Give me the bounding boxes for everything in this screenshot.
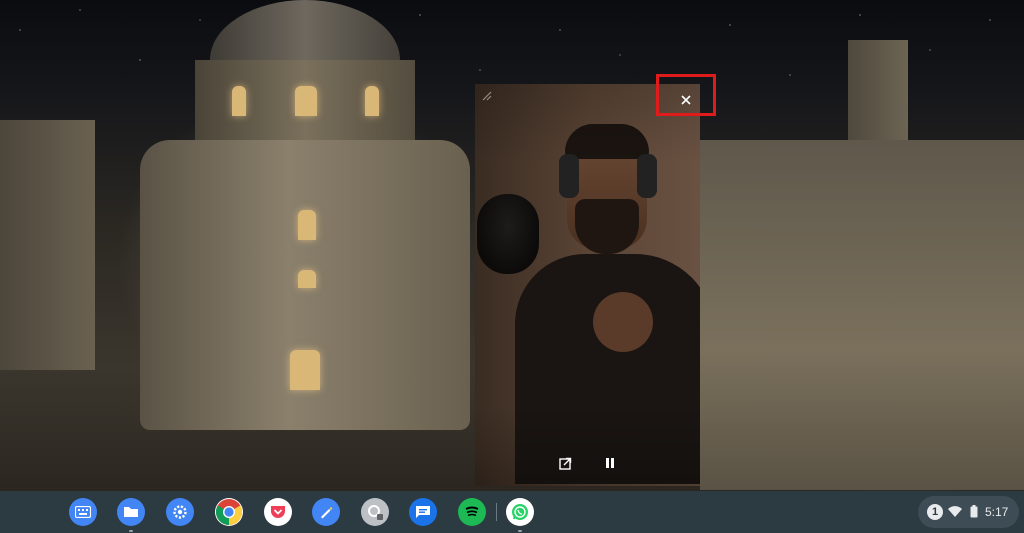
keyboard-app[interactable] [69, 498, 97, 526]
video-overlay [475, 84, 700, 486]
shelf: 1 5:17 [0, 491, 1024, 533]
notification-count-badge[interactable]: 1 [927, 504, 943, 520]
search-app[interactable] [361, 498, 389, 526]
keep-app[interactable] [312, 498, 340, 526]
wallpaper-window [298, 210, 316, 240]
running-indicator [129, 530, 133, 532]
close-button-highlight [656, 74, 716, 116]
wallpaper-window [365, 86, 379, 116]
open-in-new-icon [558, 457, 571, 470]
shelf-divider [496, 503, 497, 521]
folder-icon [124, 507, 138, 517]
wallpaper-doorway [290, 350, 320, 390]
wallpaper-window [298, 270, 316, 288]
pocket-icon [271, 506, 285, 518]
wallpaper-building-left [0, 120, 95, 370]
keyboard-icon [75, 506, 91, 518]
messages-app[interactable] [409, 498, 437, 526]
whatsapp-icon [512, 504, 528, 520]
pip-video-window[interactable] [475, 84, 700, 486]
whatsapp-app[interactable] [506, 498, 534, 532]
wifi-icon [948, 506, 962, 517]
message-icon [416, 506, 430, 518]
wallpaper-building-right [700, 140, 1024, 490]
pocket-app[interactable] [264, 498, 292, 526]
battery-icon [970, 505, 978, 518]
wallpaper-window [232, 86, 246, 116]
wallpaper-window [295, 86, 317, 116]
open-in-new-button[interactable] [554, 452, 576, 474]
pen-icon [321, 507, 333, 519]
chrome-app[interactable] [215, 498, 243, 526]
wallpaper-tower [848, 40, 908, 150]
resize-handle-icon[interactable] [481, 90, 493, 102]
files-app[interactable] [117, 498, 145, 532]
pause-button[interactable] [599, 452, 621, 474]
spotify-icon [465, 506, 479, 517]
clock-time: 5:17 [985, 505, 1009, 519]
gear-icon [173, 505, 187, 519]
spotify-app[interactable] [458, 498, 486, 526]
settings-app[interactable] [166, 498, 194, 526]
running-indicator [518, 530, 522, 532]
search-app-icon [368, 505, 383, 520]
chrome-icon [215, 499, 243, 526]
status-tray[interactable]: 1 5:17 [918, 496, 1019, 528]
pause-icon [606, 458, 614, 468]
